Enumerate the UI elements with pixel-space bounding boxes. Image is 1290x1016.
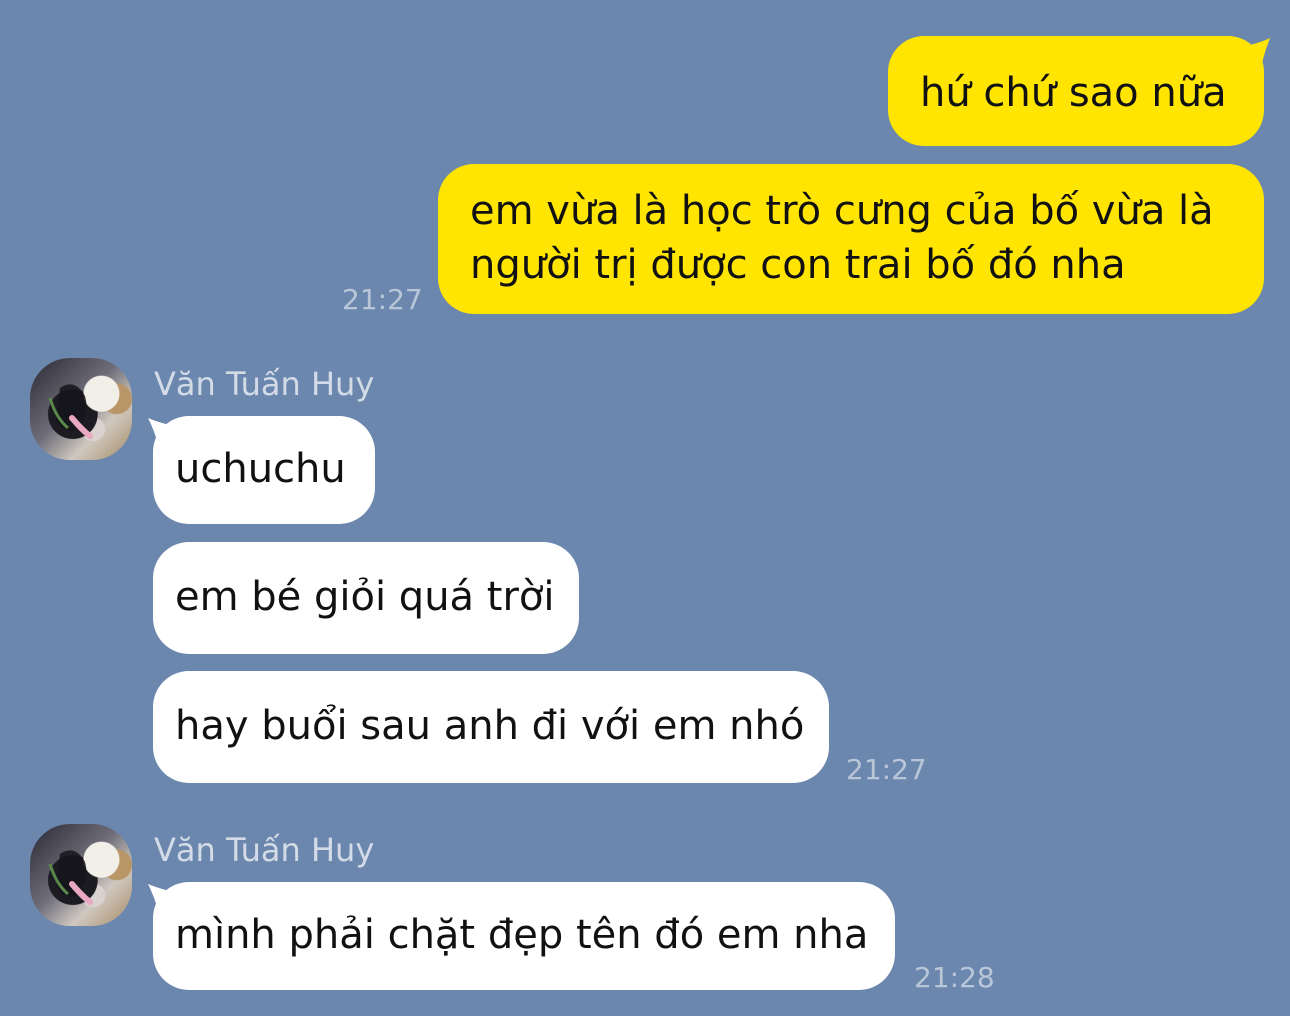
message-text: mình phải chặt đẹp tên đó em nha <box>175 912 869 958</box>
incoming-message[interactable]: uchuchu <box>153 416 375 524</box>
message-text: hay buổi sau anh đi với em nhó <box>175 703 805 749</box>
cat-photo-avatar-icon <box>48 384 93 439</box>
avatar[interactable] <box>30 824 132 926</box>
message-text: hứ chứ sao nữa <box>920 70 1227 116</box>
cat-photo-avatar-icon <box>48 850 93 905</box>
message-text: uchuchu <box>175 446 346 492</box>
sender-name: Văn Tuấn Huy <box>154 365 375 403</box>
message-text: em bé giỏi quá trời <box>175 574 555 620</box>
sender-name: Văn Tuấn Huy <box>154 831 375 869</box>
avatar[interactable] <box>30 358 132 460</box>
message-text-line-2: người trị được con trai bố đó nha <box>470 242 1126 288</box>
incoming-message[interactable]: mình phải chặt đẹp tên đó em nha <box>153 882 895 990</box>
message-timestamp: 21:27 <box>846 753 927 786</box>
outgoing-message-2[interactable]: em vừa là học trò cưng của bố vừa là ngư… <box>438 164 1264 314</box>
message-text-line-1: em vừa là học trò cưng của bố vừa là <box>470 188 1214 234</box>
message-timestamp: 21:28 <box>914 961 995 994</box>
incoming-message[interactable]: em bé giỏi quá trời <box>153 542 579 654</box>
outgoing-message-1[interactable]: hứ chứ sao nữa <box>888 36 1264 146</box>
incoming-message[interactable]: hay buổi sau anh đi với em nhó <box>153 671 829 783</box>
message-timestamp: 21:27 <box>342 283 423 316</box>
